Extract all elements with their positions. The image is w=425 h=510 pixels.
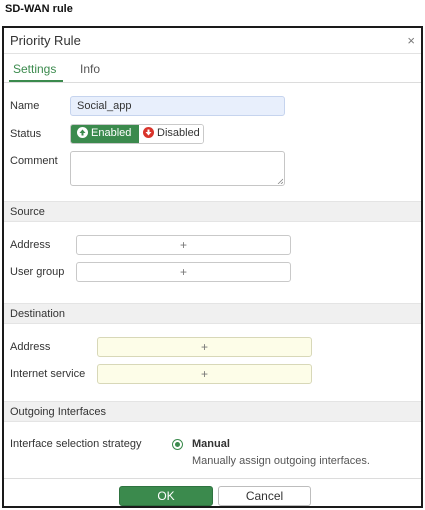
internet-service-label: Internet service [10, 368, 86, 380]
manual-radio-label[interactable]: Manual [192, 438, 230, 450]
comment-textarea[interactable] [70, 151, 285, 186]
arrow-down-circle-icon [143, 127, 154, 138]
manual-description: Manually assign outgoing interfaces. [192, 455, 370, 467]
dialog-footer: OK Cancel [4, 478, 421, 506]
arrow-up-circle-icon [77, 127, 88, 138]
outgoing-interfaces-section-header: Outgoing Interfaces [4, 401, 421, 422]
source-address-label: Address [10, 239, 51, 251]
dialog-title: Priority Rule [10, 33, 81, 48]
destination-section-header: Destination [4, 303, 421, 324]
name-label: Name [10, 100, 40, 112]
destination-section-title: Destination [10, 308, 66, 320]
status-disabled-button[interactable]: Disabled [139, 125, 203, 143]
status-toggle: Enabled Disabled [70, 124, 204, 144]
status-label: Status [10, 128, 42, 140]
status-enabled-button[interactable]: Enabled [71, 125, 139, 143]
internet-service-add-button[interactable]: + [97, 364, 312, 384]
dialog-tabs: Settings Info [4, 55, 421, 83]
dialog-titlebar: Priority Rule × [4, 28, 421, 54]
manual-radio[interactable] [172, 439, 183, 450]
name-field[interactable]: Social_app [70, 96, 285, 116]
tab-settings[interactable]: Settings [13, 62, 56, 76]
destination-address-label: Address [10, 341, 51, 353]
ok-button[interactable]: OK [119, 486, 213, 506]
page-caption: SD-WAN rule [5, 3, 73, 15]
interface-selection-strategy-label: Interface selection strategy [10, 438, 142, 450]
status-enabled-label: Enabled [91, 127, 132, 139]
user-group-label: User group [10, 266, 65, 278]
user-group-add-button[interactable]: + [76, 262, 291, 282]
source-section-header: Source [4, 201, 421, 222]
priority-rule-dialog: Priority Rule × Settings Info Name Socia… [2, 26, 423, 508]
tab-info[interactable]: Info [80, 62, 100, 76]
destination-address-add-button[interactable]: + [97, 337, 312, 357]
outgoing-interfaces-section-title: Outgoing Interfaces [10, 406, 107, 418]
cancel-button[interactable]: Cancel [218, 486, 311, 506]
resize-grip-icon[interactable] [277, 178, 283, 184]
active-tab-indicator [9, 80, 63, 82]
comment-label: Comment [10, 155, 58, 167]
close-icon[interactable]: × [407, 33, 415, 48]
status-disabled-label: Disabled [157, 127, 200, 139]
source-section-title: Source [10, 206, 45, 218]
source-address-add-button[interactable]: + [76, 235, 291, 255]
